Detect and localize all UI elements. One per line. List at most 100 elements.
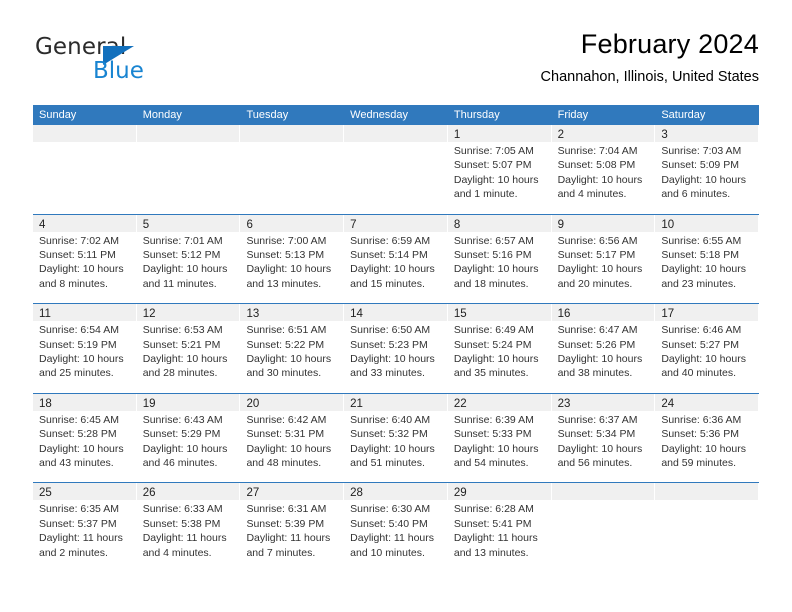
- sunrise-text: Sunrise: 7:03 AM: [661, 145, 742, 157]
- calendar-day-cell[interactable]: 5 Sunrise: 7:01 AM Sunset: 5:12 PM Daylight…: [136, 214, 241, 304]
- daylight-text: and 11 minutes.: [142, 277, 217, 290]
- general-blue-logo: General Blue: [33, 34, 253, 90]
- day-cell-inner: 21 Sunrise: 6:40 AM Sunset: 5:32 PM Dayligh…: [344, 393, 447, 483]
- day-number: 24: [661, 397, 675, 410]
- calendar-day-cell[interactable]: 11 Sunrise: 6:54 AM Sunset: 5:19 PM Dayligh…: [33, 304, 137, 393]
- sunrise-text: Sunrise: 6:55 AM: [661, 234, 742, 247]
- calendar-day-cell[interactable]: 23 Sunrise: 6:37 AM Sunset: 5:34 PM Dayligh…: [551, 393, 656, 483]
- day-number: 13: [246, 308, 260, 321]
- daylight-text: and 10 minutes.: [350, 546, 425, 559]
- calendar-day-cell[interactable]: 14 Sunrise: 6:50 AM Sunset: 5:23 PM Dayligh…: [344, 304, 448, 393]
- daylight-text: Daylight: 11 hours: [142, 532, 227, 545]
- day-number-band: [33, 125, 136, 142]
- day-detail-lines: [137, 142, 240, 144]
- sunset-text: Sunset: 5:17 PM: [557, 249, 636, 261]
- sunrise-text: Sunrise: 6:50 AM: [350, 324, 431, 337]
- daylight-text: and 4 minutes.: [557, 188, 627, 201]
- sunset-text: Sunset: 5:18 PM: [661, 249, 739, 261]
- daylight-text: Daylight: 11 hours: [350, 532, 435, 545]
- calendar-day-cell[interactable]: 22 Sunrise: 6:39 AM Sunset: 5:33 PM Dayligh…: [447, 393, 552, 483]
- calendar-day-cell[interactable]: 12 Sunrise: 6:53 AM Sunset: 5:21 PM Dayligh…: [136, 304, 241, 393]
- calendar-day-cell[interactable]: 2 Sunrise: 7:04 AM Sunset: 5:08 PM Daylight…: [551, 125, 656, 214]
- daylight-text: Daylight: 10 hours: [661, 442, 746, 455]
- calendar-day-cell[interactable]: 19 Sunrise: 6:43 AM Sunset: 5:29 PM Dayligh…: [136, 393, 241, 483]
- day-cell-inner: [240, 125, 344, 214]
- daylight-text: Daylight: 10 hours: [350, 442, 435, 455]
- day-number: 3: [661, 129, 668, 141]
- day-detail-lines: Sunrise: 6:33 AM Sunset: 5:38 PM Daylight:…: [137, 500, 240, 560]
- weekday-header-tuesday: Tuesday: [246, 109, 289, 121]
- calendar-day-cell[interactable]: 15 Sunrise: 6:49 AM Sunset: 5:24 PM Dayligh…: [447, 304, 552, 393]
- sunset-text: Sunset: 5:41 PM: [453, 517, 532, 530]
- calendar-day-cell[interactable]: 20 Sunrise: 6:42 AM Sunset: 5:31 PM Dayligh…: [240, 393, 344, 483]
- sunrise-text: Sunrise: 6:53 AM: [142, 324, 223, 337]
- day-number-band: 15: [447, 304, 551, 322]
- sunrise-text: Sunrise: 6:36 AM: [661, 413, 742, 426]
- day-cell-inner: 27 Sunrise: 6:31 AM Sunset: 5:39 PM Dayligh…: [240, 483, 344, 572]
- calendar-day-cell[interactable]: 13 Sunrise: 6:51 AM Sunset: 5:22 PM Dayligh…: [240, 304, 344, 393]
- sunrise-text: Sunrise: 7:05 AM: [453, 145, 534, 157]
- calendar-day-cell[interactable]: 8 Sunrise: 6:57 AM Sunset: 5:16 PM Daylight…: [447, 214, 552, 304]
- page-title: February 2024: [580, 29, 759, 59]
- day-number-band: 1: [447, 125, 551, 142]
- daylight-text: and 30 minutes.: [246, 367, 322, 380]
- sunrise-text: Sunrise: 7:02 AM: [39, 234, 119, 247]
- sunrise-text: Sunrise: 6:59 AM: [350, 234, 431, 247]
- calendar-day-cell[interactable]: 18 Sunrise: 6:45 AM Sunset: 5:28 PM Dayligh…: [33, 393, 137, 483]
- sunset-text: Sunset: 5:29 PM: [142, 428, 221, 441]
- day-detail-lines: Sunrise: 6:50 AM Sunset: 5:23 PM Daylight:…: [344, 321, 447, 381]
- calendar-day-cell[interactable]: 4 Sunrise: 7:02 AM Sunset: 5:11 PM Daylight…: [33, 214, 137, 304]
- day-cell-inner: 22 Sunrise: 6:39 AM Sunset: 5:33 PM Dayligh…: [447, 393, 551, 483]
- calendar-day-cell[interactable]: 3 Sunrise: 7:03 AM Sunset: 5:09 PM Daylight…: [655, 125, 759, 214]
- day-cell-inner: 24 Sunrise: 6:36 AM Sunset: 5:36 PM Dayligh…: [655, 393, 759, 483]
- calendar-day-cell[interactable]: 24 Sunrise: 6:36 AM Sunset: 5:36 PM Dayligh…: [655, 393, 759, 483]
- day-cell-inner: 12 Sunrise: 6:53 AM Sunset: 5:21 PM Dayligh…: [136, 304, 240, 393]
- sunset-text: Sunset: 5:12 PM: [142, 249, 221, 261]
- sunrise-text: Sunrise: 6:46 AM: [661, 324, 742, 337]
- calendar-day-cell[interactable]: 6 Sunrise: 7:00 AM Sunset: 5:13 PM Daylight…: [240, 214, 344, 304]
- weekday-header-friday: Friday: [557, 109, 589, 121]
- day-number: 25: [39, 487, 52, 500]
- calendar-day-cell[interactable]: 10 Sunrise: 6:55 AM Sunset: 5:18 PM Dayligh…: [655, 214, 759, 304]
- weekday-header-thursday: Thursday: [453, 109, 500, 121]
- calendar-day-cell[interactable]: 16 Sunrise: 6:47 AM Sunset: 5:26 PM Dayligh…: [551, 304, 656, 393]
- daylight-text: and 35 minutes.: [453, 367, 529, 380]
- calendar-page: General Blue February 2024 Channahon, Il…: [0, 0, 792, 612]
- calendar-day-cell[interactable]: 27 Sunrise: 6:31 AM Sunset: 5:39 PM Dayligh…: [240, 483, 344, 572]
- day-number-band: 13: [240, 304, 344, 322]
- daylight-text: and 13 minutes.: [246, 277, 322, 290]
- sunset-text: Sunset: 5:39 PM: [246, 517, 325, 530]
- calendar-day-cell[interactable]: 21 Sunrise: 6:40 AM Sunset: 5:32 PM Dayligh…: [344, 393, 448, 483]
- calendar-day-cell[interactable]: 9 Sunrise: 6:56 AM Sunset: 5:17 PM Daylight…: [551, 214, 656, 304]
- sunset-text: Sunset: 5:11 PM: [39, 249, 116, 261]
- calendar-day-cell[interactable]: 26 Sunrise: 6:33 AM Sunset: 5:38 PM Dayligh…: [136, 483, 241, 572]
- calendar-body: 1 Sunrise: 7:05 AM Sunset: 5:07 PM Daylight…: [33, 125, 759, 572]
- calendar-day-cell[interactable]: 29 Sunrise: 6:28 AM Sunset: 5:41 PM Dayligh…: [447, 483, 552, 572]
- day-number-band: 18: [33, 393, 136, 411]
- day-detail-lines: Sunrise: 6:51 AM Sunset: 5:22 PM Daylight:…: [240, 321, 343, 381]
- day-cell-inner: 8 Sunrise: 6:57 AM Sunset: 5:16 PM Daylight…: [447, 214, 551, 304]
- daylight-text: and 6 minutes.: [661, 188, 731, 201]
- weekday-header-saturday: Saturday: [661, 109, 706, 121]
- day-number-band: 5: [136, 214, 240, 232]
- day-number: 14: [350, 308, 363, 321]
- sunset-text: Sunset: 5:26 PM: [557, 338, 636, 351]
- day-cell-inner: [33, 125, 136, 214]
- calendar-day-cell[interactable]: 28 Sunrise: 6:30 AM Sunset: 5:40 PM Dayligh…: [344, 483, 448, 572]
- sunset-text: Sunset: 5:19 PM: [39, 338, 117, 351]
- calendar-day-cell[interactable]: 25 Sunrise: 6:35 AM Sunset: 5:37 PM Dayligh…: [33, 483, 137, 572]
- sunrise-text: Sunrise: 6:39 AM: [453, 413, 534, 426]
- day-detail-lines: Sunrise: 6:59 AM Sunset: 5:14 PM Daylight:…: [344, 232, 447, 292]
- daylight-text: Daylight: 10 hours: [142, 353, 228, 365]
- day-number: 19: [142, 397, 156, 410]
- sunset-text: Sunset: 5:09 PM: [661, 159, 739, 172]
- calendar-day-cell[interactable]: 17 Sunrise: 6:46 AM Sunset: 5:27 PM Dayligh…: [655, 304, 759, 393]
- calendar-week-row: 18 Sunrise: 6:45 AM Sunset: 5:28 PM Dayligh…: [33, 392, 759, 483]
- weekday-header-monday: Monday: [142, 109, 182, 121]
- calendar-day-cell[interactable]: 1 Sunrise: 7:05 AM Sunset: 5:07 PM Daylight…: [447, 125, 552, 214]
- daylight-text: and 18 minutes.: [453, 277, 529, 290]
- calendar-day-cell[interactable]: 7 Sunrise: 6:59 AM Sunset: 5:14 PM Daylight…: [344, 214, 448, 304]
- daylight-text: and 25 minutes.: [39, 367, 114, 380]
- sunrise-text: Sunrise: 6:51 AM: [246, 324, 327, 337]
- sunset-text: Sunset: 5:33 PM: [453, 428, 532, 441]
